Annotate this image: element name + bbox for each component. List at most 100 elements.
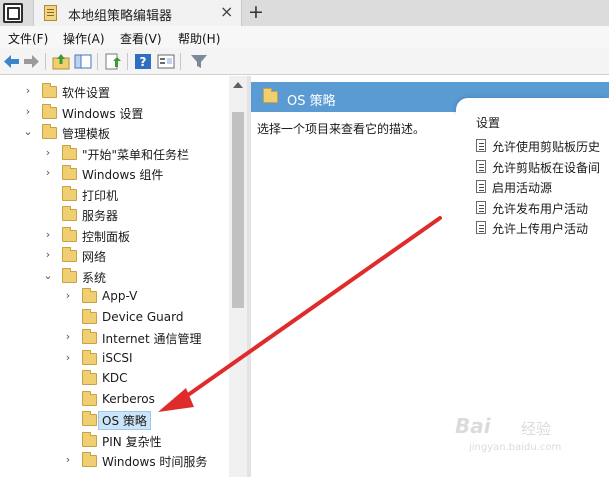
export-list-icon[interactable]: [104, 53, 122, 70]
tree-scrollbar[interactable]: [229, 76, 247, 477]
tree-item-label: 控制面板: [82, 229, 131, 244]
new-tab-button[interactable]: +: [248, 1, 264, 23]
setting-row[interactable]: 允许剪贴板在设备间: [474, 157, 609, 177]
tree-item[interactable]: › App-V: [0, 287, 229, 307]
setting-row[interactable]: 允许使用剪贴板历史: [474, 136, 609, 156]
chevron-down-icon[interactable]: ⌄: [22, 125, 34, 139]
tree-item[interactable]: › Internet 通信管理: [0, 328, 229, 348]
show-hide-tree-icon[interactable]: [74, 53, 92, 70]
chevron-down-icon[interactable]: ⌄: [42, 269, 54, 283]
tree-item-label: Internet 通信管理: [102, 332, 202, 346]
tree-item[interactable]: › 控制面板: [0, 226, 229, 246]
chevron-right-icon[interactable]: ›: [22, 84, 34, 98]
toolbar-separator: [45, 53, 46, 70]
setting-label: 允许发布用户活动: [492, 201, 589, 216]
folder-icon: [82, 452, 97, 467]
settings-column-header[interactable]: 设置: [476, 114, 500, 131]
tree-item[interactable]: › Windows 组件: [0, 164, 229, 184]
tree-item-label: 管理模板: [62, 127, 111, 141]
folder-icon: [42, 83, 57, 98]
menu-action[interactable]: 操作(A): [63, 30, 105, 47]
tree-item-label: Windows 设置: [62, 106, 144, 121]
forward-icon[interactable]: [22, 53, 40, 70]
toolbar: ?: [0, 48, 609, 75]
chevron-right-icon[interactable]: ›: [62, 330, 74, 344]
tree-item-label: 网络: [82, 250, 107, 264]
chevron-right-icon[interactable]: ›: [42, 166, 54, 180]
folder-icon: [62, 165, 77, 180]
editor-tab[interactable]: 本地组策略编辑器 ×: [33, 0, 242, 26]
tree-item[interactable]: 打印机: [0, 185, 229, 205]
setting-label: 启用活动源: [492, 181, 553, 195]
chevron-right-icon[interactable]: ›: [42, 146, 54, 160]
chevron-right-icon[interactable]: ›: [42, 228, 54, 242]
folder-icon: [82, 288, 97, 303]
settings-list: 设置 允许使用剪贴板历史 允许剪贴板在设备间启用活动源允许发布用户活动允许上传用户…: [466, 110, 609, 410]
folder-icon: [62, 226, 77, 242]
tree-item[interactable]: › Windows 设置: [0, 103, 229, 123]
menu-bar: 文件(F) 操作(A) 查看(V) 帮助(H): [0, 26, 609, 48]
folder-icon: [62, 247, 77, 262]
up-folder-icon[interactable]: [52, 53, 70, 70]
tree-item-label: iSCSI: [102, 350, 133, 365]
window-switcher-icon[interactable]: [3, 3, 23, 23]
tree-item[interactable]: OS 策略: [0, 410, 229, 430]
chevron-right-icon[interactable]: ›: [22, 105, 34, 119]
policy-setting-icon: [476, 180, 486, 193]
tree-item[interactable]: ⌄ 系统: [0, 267, 229, 287]
setting-row[interactable]: 允许发布用户活动: [474, 198, 609, 218]
scroll-thumb[interactable]: [232, 112, 244, 308]
properties-view-icon[interactable]: [157, 53, 175, 70]
menu-view[interactable]: 查看(V): [120, 30, 162, 47]
setting-row[interactable]: 允许上传用户活动: [474, 218, 609, 238]
tree-item[interactable]: › Windows 时间服务: [0, 451, 229, 471]
back-icon[interactable]: [3, 53, 21, 70]
folder-icon: [82, 431, 97, 447]
folder-icon: [42, 103, 57, 119]
policy-document-icon: [44, 5, 57, 21]
folder-icon: [263, 88, 278, 103]
policy-setting-icon: [476, 159, 486, 173]
tree-item[interactable]: › iSCSI: [0, 349, 229, 369]
chevron-right-icon[interactable]: ›: [62, 453, 74, 467]
tree-item-label: Windows 组件: [82, 168, 164, 182]
menu-file[interactable]: 文件(F): [8, 30, 48, 47]
tree-item[interactable]: ⌄ 管理模板: [0, 123, 229, 143]
tree-item-label: 系统: [82, 270, 107, 285]
details-header-title: OS 策略: [287, 94, 336, 109]
help-icon[interactable]: ?: [134, 53, 152, 70]
tree-item[interactable]: Device Guard: [0, 308, 229, 328]
baidu-watermark: Bai 经验 jingyan.baidu.com: [455, 414, 575, 458]
policy-setting-icon: [476, 200, 486, 214]
folder-icon: [82, 390, 97, 406]
tree-item[interactable]: › 网络: [0, 246, 229, 266]
folder-icon: [82, 308, 97, 324]
tree-item-label: App-V: [102, 289, 138, 303]
scroll-up-arrow-icon[interactable]: [233, 82, 243, 88]
tree-item-label: KDC: [102, 371, 128, 385]
chevron-right-icon[interactable]: ›: [62, 289, 74, 303]
tree-item[interactable]: PIN 复杂性: [0, 431, 229, 451]
tree-item[interactable]: Kerberos: [0, 390, 229, 410]
svg-text:?: ?: [140, 55, 147, 69]
chevron-right-icon[interactable]: ›: [62, 351, 74, 365]
filter-icon[interactable]: [190, 53, 208, 70]
tree-item[interactable]: 服务器: [0, 205, 229, 225]
menu-help[interactable]: 帮助(H): [178, 30, 220, 47]
folder-icon: [62, 206, 77, 221]
close-tab-icon[interactable]: ×: [220, 3, 233, 21]
tree-item[interactable]: › 软件设置: [0, 82, 229, 102]
tree-item[interactable]: › "开始"菜单和任务栏: [0, 144, 229, 164]
navigation-tree[interactable]: › 软件设置 › Windows 设置 ⌄ 管理模板 › "开始"菜单和任务栏 › Windows…: [0, 76, 229, 477]
tree-item[interactable]: KDC: [0, 369, 229, 389]
tab-title: 本地组策略编辑器: [68, 9, 173, 24]
watermark-url: jingyan.baidu.com: [469, 442, 562, 453]
tree-item-label: Kerberos: [102, 391, 155, 406]
chevron-right-icon[interactable]: ›: [42, 248, 54, 262]
tree-item-label: 服务器: [82, 209, 119, 223]
policy-setting-icon: [476, 139, 486, 152]
setting-row[interactable]: 启用活动源: [474, 177, 609, 197]
folder-icon: [62, 267, 77, 283]
tree-item-label: PIN 复杂性: [102, 434, 162, 449]
folder-icon: [82, 411, 97, 426]
